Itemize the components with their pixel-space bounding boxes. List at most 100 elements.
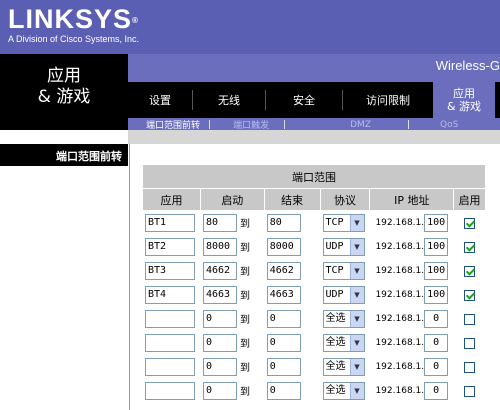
start-port-input[interactable]: 0 — [202, 357, 237, 376]
end-port-input[interactable]: 80 — [266, 213, 301, 232]
protocol-value: 全选 — [325, 384, 346, 396]
table-row: BT4 4663 到 4663 UDP ▼ 192.168.1. 100 — [142, 282, 486, 307]
app-name-input[interactable] — [145, 381, 195, 400]
app-name-input[interactable]: BT2 — [145, 237, 195, 256]
start-port-input[interactable]: 80 — [202, 213, 237, 232]
protocol-select[interactable]: TCP ▼ — [322, 213, 365, 232]
subtab-qos[interactable]: QoS — [440, 120, 458, 130]
chevron-down-icon[interactable]: ▼ — [349, 382, 364, 399]
to-label: 到 — [239, 339, 250, 350]
end-port-input[interactable]: 0 — [266, 333, 301, 352]
to-label: 到 — [239, 243, 250, 254]
app-name-input[interactable]: BT1 — [145, 213, 195, 232]
col-header-ip: IP 地址 — [369, 188, 455, 211]
chevron-down-icon[interactable]: ▼ — [349, 310, 364, 327]
end-port-input[interactable]: 8000 — [266, 237, 301, 256]
protocol-value: TCP — [325, 216, 344, 228]
ip-last-octet-input[interactable]: 0 — [424, 381, 449, 400]
subtab-dmz[interactable]: DMZ — [350, 120, 371, 130]
col-header-end: 结束 — [263, 188, 321, 211]
app-name-input[interactable] — [145, 357, 195, 376]
table-row: BT3 4662 到 4662 TCP ▼ 192.168.1. 100 — [142, 258, 486, 283]
table-row: BT2 8000 到 8000 UDP ▼ 192.168.1. 100 — [142, 234, 486, 259]
app-name-input[interactable] — [145, 309, 195, 328]
table-row: BT1 80 到 80 TCP ▼ 192.168.1. 100 — [142, 210, 486, 235]
protocol-select[interactable]: UDP ▼ — [322, 237, 365, 256]
enable-checkbox[interactable] — [464, 289, 476, 301]
end-port-input[interactable]: 0 — [266, 309, 301, 328]
start-port-input[interactable]: 4663 — [202, 285, 237, 304]
ip-last-octet-input[interactable]: 100 — [424, 261, 449, 280]
app-name-input[interactable]: BT4 — [145, 285, 195, 304]
table-row: 0 到 0 全选 ▼ 192.168.1. 0 — [142, 378, 486, 403]
tab-security[interactable]: 安全 — [266, 82, 342, 118]
subnav-divider: | — [208, 119, 212, 130]
start-port-input[interactable]: 8000 — [202, 237, 237, 256]
start-port-input[interactable]: 0 — [202, 309, 237, 328]
chevron-down-icon[interactable]: ▼ — [349, 262, 364, 279]
protocol-select[interactable]: 全选 ▼ — [322, 381, 365, 400]
protocol-select[interactable]: 全选 ▼ — [322, 309, 365, 328]
product-name: Wireless-G — [435, 58, 500, 73]
ip-prefix: 192.168.1. — [375, 241, 425, 252]
ip-prefix: 192.168.1. — [375, 385, 425, 396]
table-caption: 端口范围 — [142, 164, 486, 189]
protocol-value: TCP — [325, 264, 344, 276]
protocol-select[interactable]: 全选 ▼ — [322, 357, 365, 376]
port-range-table: 端口范围 应用 启动 结束 协议 IP 地址 启用 BT1 80 到 80 TCP ▼ 19… — [142, 164, 486, 403]
content-divider — [129, 144, 130, 410]
enable-checkbox[interactable] — [464, 217, 476, 229]
end-port-input[interactable]: 4663 — [266, 285, 301, 304]
enable-checkbox[interactable] — [464, 337, 476, 349]
to-label: 到 — [239, 387, 250, 398]
ip-last-octet-input[interactable]: 0 — [424, 357, 449, 376]
chevron-down-icon[interactable]: ▼ — [349, 334, 364, 351]
linksys-logo: LINKSYS® — [8, 4, 139, 34]
enable-checkbox[interactable] — [464, 385, 476, 397]
ip-last-octet-input[interactable]: 100 — [424, 285, 449, 304]
enable-checkbox[interactable] — [464, 313, 476, 325]
ip-last-octet-input[interactable]: 0 — [424, 333, 449, 352]
col-header-protocol: 协议 — [319, 188, 371, 211]
col-header-start: 启动 — [199, 188, 265, 211]
app-name-input[interactable] — [145, 333, 195, 352]
table-row: 0 到 0 全选 ▼ 192.168.1. 0 — [142, 330, 486, 355]
enable-checkbox[interactable] — [464, 361, 476, 373]
subnav-divider: | — [283, 119, 287, 130]
ip-prefix: 192.168.1. — [375, 313, 425, 324]
end-port-input[interactable]: 0 — [266, 357, 301, 376]
tab-wireless[interactable]: 无线 — [193, 82, 265, 118]
ip-last-octet-input[interactable]: 100 — [424, 237, 449, 256]
ip-last-octet-input[interactable]: 100 — [424, 213, 449, 232]
chevron-down-icon[interactable]: ▼ — [349, 358, 364, 375]
tab-label-line2: & 游戏 — [446, 100, 482, 113]
tab-applications-gaming[interactable]: 应用 & 游戏 — [433, 82, 495, 118]
to-label: 到 — [239, 363, 250, 374]
protocol-value: UDP — [325, 288, 344, 300]
tab-label-line1: 应用 — [453, 87, 475, 100]
tab-access-restrictions[interactable]: 访问限制 — [343, 82, 433, 118]
app-name-input[interactable]: BT3 — [145, 261, 195, 280]
protocol-select[interactable]: UDP ▼ — [322, 285, 365, 304]
start-port-input[interactable]: 0 — [202, 381, 237, 400]
start-port-input[interactable]: 0 — [202, 333, 237, 352]
chevron-down-icon[interactable]: ▼ — [349, 286, 364, 303]
section-title: 应用 & 游戏 — [37, 66, 91, 107]
chevron-down-icon[interactable]: ▼ — [349, 238, 364, 255]
tab-setup[interactable]: 设置 — [128, 82, 192, 118]
chevron-down-icon[interactable]: ▼ — [349, 214, 364, 231]
brand-tagline: A Division of Cisco Systems, Inc. — [8, 34, 140, 44]
end-port-input[interactable]: 4662 — [266, 261, 301, 280]
protocol-value: 全选 — [325, 312, 346, 324]
col-header-enable: 启用 — [453, 188, 486, 211]
protocol-select[interactable]: 全选 ▼ — [322, 333, 365, 352]
end-port-input[interactable]: 0 — [266, 381, 301, 400]
to-label: 到 — [239, 291, 250, 302]
protocol-select[interactable]: TCP ▼ — [322, 261, 365, 280]
enable-checkbox[interactable] — [464, 265, 476, 277]
ip-prefix: 192.168.1. — [375, 217, 425, 228]
table-row: 0 到 0 全选 ▼ 192.168.1. 0 — [142, 354, 486, 379]
start-port-input[interactable]: 4662 — [202, 261, 237, 280]
ip-last-octet-input[interactable]: 0 — [424, 309, 449, 328]
enable-checkbox[interactable] — [464, 241, 476, 253]
